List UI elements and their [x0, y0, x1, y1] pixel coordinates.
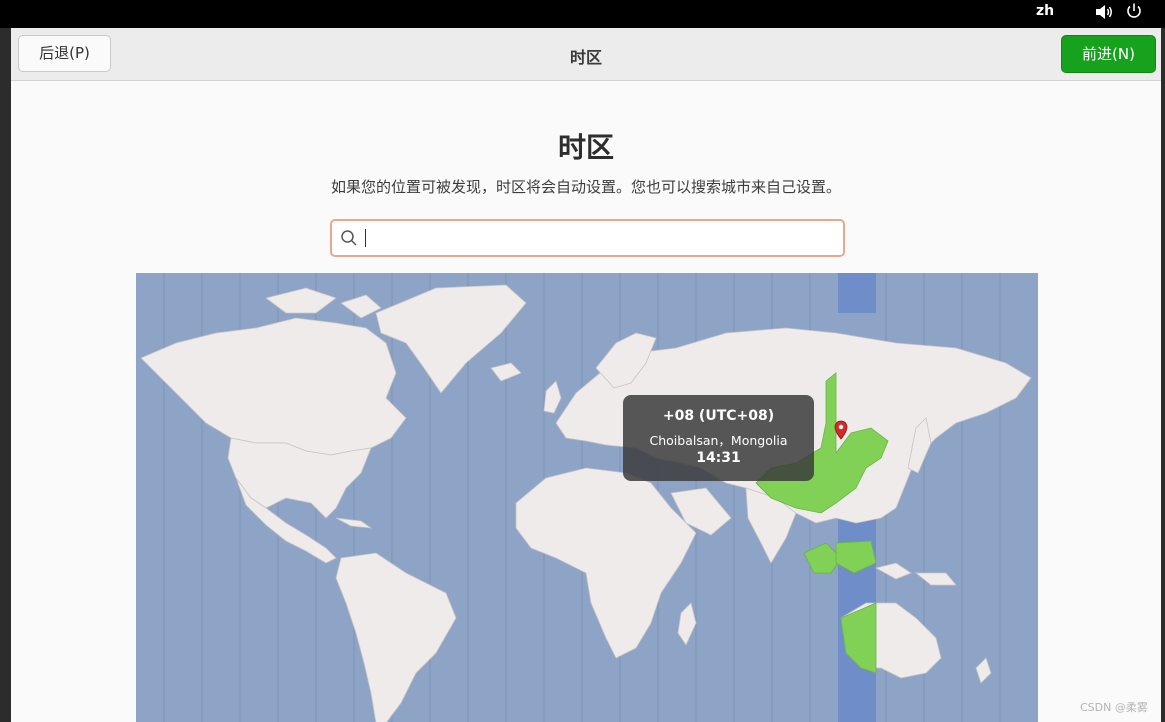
- system-top-bar: zh: [0, 0, 1165, 28]
- header-bar: 后退(P) 时区 前进(N): [11, 28, 1161, 81]
- window-title: 时区: [569, 48, 602, 67]
- city-search-field[interactable]: [330, 219, 845, 257]
- watermark: CSDN @柔雾: [1080, 701, 1148, 714]
- installer-window: 后退(P) 时区 前进(N) 时区 如果您的位置可被发现，时区将会自动设置。您也…: [11, 28, 1161, 722]
- timezone-tooltip: +08 (UTC+08) Choibalsan，Mongolia 14:31: [623, 395, 814, 481]
- timezone-map[interactable]: +08 (UTC+08) Choibalsan，Mongolia 14:31: [136, 273, 1038, 722]
- volume-icon[interactable]: [1094, 3, 1114, 21]
- land-masses: [140, 284, 1032, 722]
- city-search-input[interactable]: [372, 224, 836, 252]
- next-button[interactable]: 前进(N): [1061, 35, 1156, 73]
- tooltip-timezone: +08 (UTC+08): [662, 408, 775, 424]
- map-pin-icon[interactable]: [834, 420, 848, 440]
- search-icon: [341, 230, 357, 246]
- page-title: 时区: [557, 131, 614, 164]
- input-language-indicator[interactable]: zh: [1036, 3, 1054, 19]
- tooltip-city: Choibalsan，Mongolia: [649, 433, 788, 448]
- text-caret: [365, 229, 366, 247]
- world-map-graphic: [140, 273, 1032, 722]
- power-icon[interactable]: [1125, 2, 1143, 20]
- tooltip-time: 14:31: [696, 450, 741, 466]
- page-subtitle: 如果您的位置可被发现，时区将会自动设置。您也可以搜索城市来自己设置。: [330, 178, 841, 196]
